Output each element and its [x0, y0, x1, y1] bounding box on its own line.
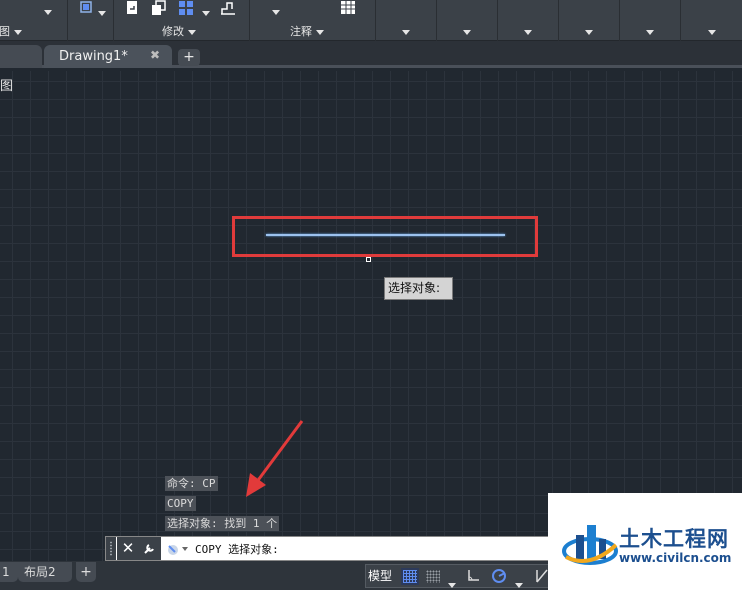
ribbon-panel-annotation-title[interactable]: 注释 [290, 23, 324, 39]
copy-icon[interactable] [150, 0, 166, 16]
pickbox-cursor [366, 257, 371, 262]
stretch-icon[interactable] [220, 0, 236, 16]
annotation-dropdown[interactable] [272, 2, 280, 21]
ribbon: 绘图 修改 [0, 0, 742, 41]
grid-icon[interactable] [401, 568, 419, 585]
chevron-down-icon [13, 29, 22, 35]
civilcn-logo-icon [562, 525, 618, 565]
ribbon-panel-draw: 绘图 [0, 0, 68, 41]
close-icon[interactable]: ✕ [117, 537, 139, 560]
chevron-down-icon [524, 30, 532, 35]
tab-layout2[interactable]: 布局2 [18, 562, 72, 582]
ribbon-panel-draw-ext [68, 0, 114, 41]
modify-title-text: 修改 [162, 25, 184, 38]
command-history-line: 选择对象: 找到 1 个 [165, 516, 280, 531]
ribbon-panel-collapsed-5[interactable] [620, 0, 681, 41]
ribbon-panel-modify-title[interactable]: 修改 [162, 23, 196, 39]
ribbon-panel-collapsed-1[interactable] [376, 0, 437, 41]
watermark: 土木工程网 www.civilcn.com [548, 493, 742, 590]
table-icon[interactable] [340, 0, 356, 16]
command-line: ✕ COPY 选择对象: [105, 536, 565, 561]
draw-title-text: 绘图 [0, 25, 10, 38]
command-history-line: COPY [165, 496, 196, 511]
chevron-down-icon [463, 30, 471, 35]
crop-icon[interactable] [78, 0, 94, 16]
model-space-button[interactable]: 模型 [368, 567, 392, 584]
ribbon-panel-draw-title[interactable]: 绘图 [0, 23, 22, 39]
ribbon-panel-annotation: 注释 [250, 0, 376, 41]
ribbon-panel-collapsed-3[interactable] [498, 0, 559, 41]
tab-drawing1-label: Drawing1* [59, 49, 128, 64]
viewport-label[interactable]: 图 [0, 75, 13, 94]
annotation-title-text: 注释 [290, 25, 312, 38]
polar-dropdown[interactable] [515, 575, 523, 590]
watermark-title: 土木工程网 [619, 527, 729, 551]
command-history-line: 命令: CP [165, 476, 218, 491]
file-tab-bar: Drawing1* ✖ + [0, 41, 742, 68]
ribbon-panel-collapsed-2[interactable] [437, 0, 498, 41]
tab-drawing1[interactable]: Drawing1* ✖ [44, 45, 172, 68]
dynamic-input-tooltip: 选择对象: [384, 277, 453, 300]
wrench-icon[interactable] [139, 537, 161, 560]
drawing-canvas[interactable]: 图 选择对象: 命令: CP COPY 选择对象: 找到 1 个 [0, 71, 742, 561]
add-layout-button[interactable]: + [76, 562, 96, 582]
tab-layout1[interactable]: 1 [0, 562, 18, 582]
chevron-down-icon [315, 29, 324, 35]
drag-handle[interactable] [106, 537, 116, 560]
chevron-down-icon [707, 30, 716, 35]
array-icon[interactable] [178, 0, 194, 16]
snap-icon[interactable] [424, 568, 442, 585]
status-toolbar: 模型 [365, 564, 555, 588]
chevron-down-icon [646, 30, 654, 35]
recent-commands-icon[interactable] [165, 542, 193, 556]
annotation-arrow [246, 420, 304, 497]
new-tab-button[interactable]: + [178, 49, 200, 66]
ortho-icon[interactable] [467, 568, 485, 585]
tab-previous[interactable] [0, 45, 42, 68]
close-icon[interactable]: ✖ [150, 48, 160, 62]
insert-icon[interactable] [124, 0, 140, 16]
draw-dropdown[interactable] [44, 2, 52, 21]
chevron-down-icon [402, 30, 410, 35]
chevron-down-icon [585, 30, 593, 35]
ribbon-panel-collapsed-6[interactable] [681, 0, 742, 41]
ribbon-panel-modify: 修改 [114, 0, 250, 41]
chevron-down-icon [187, 29, 196, 35]
watermark-url: www.civilcn.com [619, 551, 732, 565]
highlight-box [232, 216, 538, 257]
polar-tracking-icon[interactable] [491, 568, 509, 585]
crop-dropdown[interactable] [98, 3, 106, 22]
command-input[interactable]: COPY 选择对象: [195, 541, 279, 557]
array-dropdown[interactable] [202, 3, 210, 22]
snap-dropdown[interactable] [448, 575, 456, 590]
ribbon-panel-collapsed-4[interactable] [559, 0, 620, 41]
